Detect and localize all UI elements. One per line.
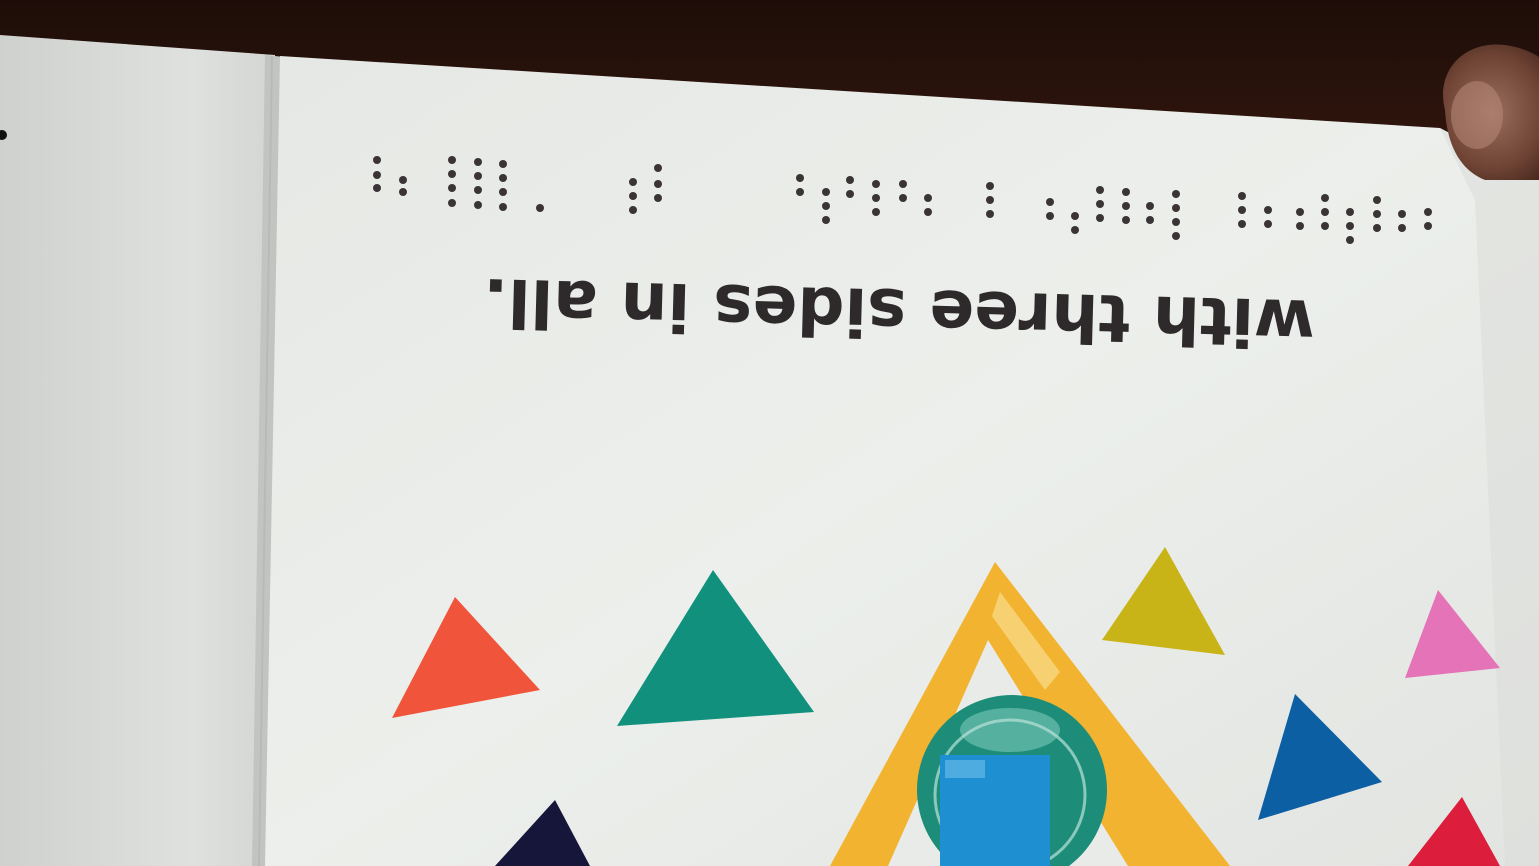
photo-scene: with three sides in all. xyxy=(0,0,1539,866)
book-pages xyxy=(0,35,1539,866)
finger xyxy=(1443,44,1539,180)
left-book-page xyxy=(0,35,275,866)
